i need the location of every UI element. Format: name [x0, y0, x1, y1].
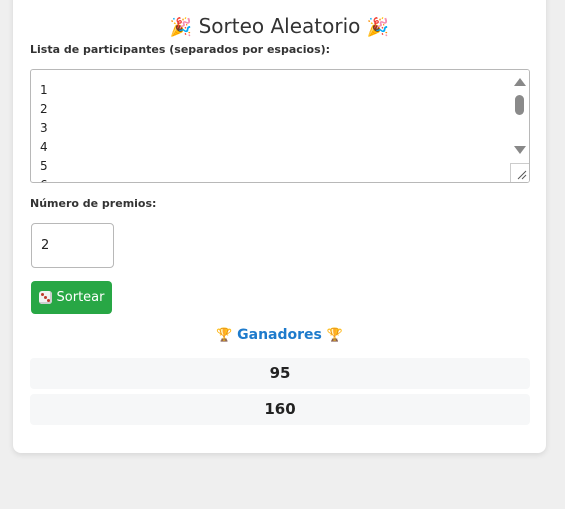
resize-handle-icon[interactable]	[510, 163, 529, 182]
participant-line: 1	[40, 83, 48, 97]
trophy-icon: 🏆	[216, 328, 233, 343]
winner-item: 160	[30, 394, 530, 425]
participant-line: 5	[40, 159, 48, 173]
prizes-label: Número de premios:	[30, 197, 157, 210]
prizes-number-input[interactable]: 2	[31, 223, 114, 268]
winners-heading-text: Ganadores	[237, 327, 322, 343]
participants-label: Lista de participantes (separados por es…	[30, 43, 331, 56]
participant-line: 6	[40, 176, 48, 182]
participants-lines: 1 2 3 4 5 6	[40, 81, 48, 182]
dice-icon	[38, 291, 52, 304]
participants-textarea[interactable]: 1 2 3 4 5 6	[30, 69, 530, 183]
draw-button-label: Sortear	[56, 290, 105, 305]
raffle-card: 🎉 Sorteo Aleatorio 🎉 Lista de participan…	[13, 0, 546, 453]
winners-heading: 🏆 Ganadores 🏆	[13, 327, 546, 343]
participant-line: 3	[40, 121, 48, 135]
party-popper-icon: 🎉	[169, 17, 193, 38]
winner-item: 95	[30, 358, 530, 389]
scroll-up-arrow-icon[interactable]	[514, 78, 526, 86]
page-title-text: Sorteo Aleatorio	[198, 14, 361, 38]
participant-line: 2	[40, 102, 48, 116]
trophy-icon: 🏆	[326, 328, 343, 343]
party-popper-icon: 🎉	[366, 17, 390, 38]
participant-line: 4	[40, 140, 48, 154]
scroll-down-arrow-icon[interactable]	[514, 146, 526, 154]
draw-button[interactable]: Sortear	[31, 281, 112, 314]
scrollbar-thumb[interactable]	[515, 95, 524, 115]
page-title: 🎉 Sorteo Aleatorio 🎉	[13, 14, 546, 38]
